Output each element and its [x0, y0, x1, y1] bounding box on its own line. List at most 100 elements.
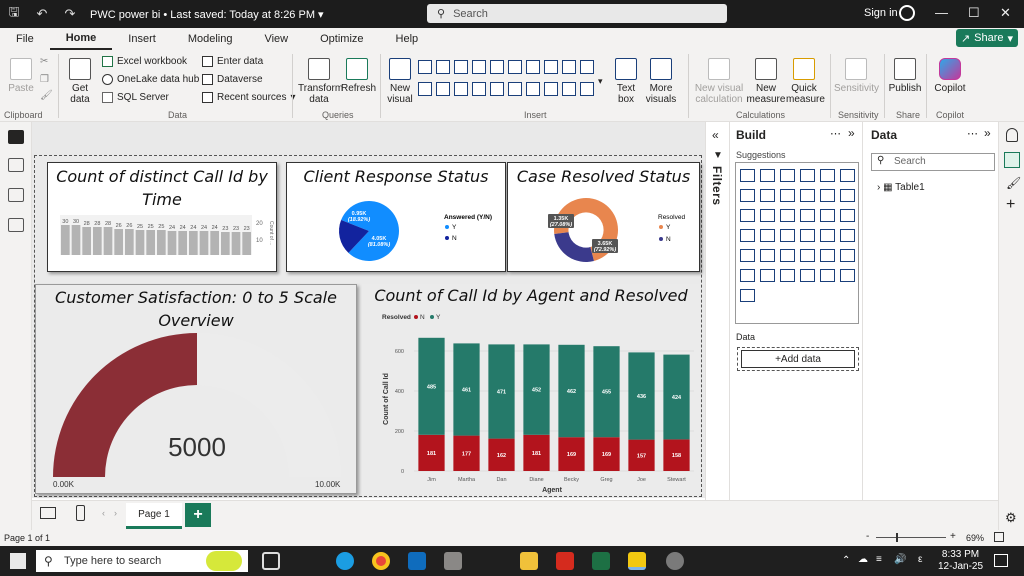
- visual-type-icon[interactable]: [418, 60, 432, 74]
- visual-type-icon[interactable]: [580, 82, 594, 96]
- new-visual-calculation-button[interactable]: New visual calculation: [692, 58, 746, 105]
- visual-type-icon[interactable]: [800, 189, 815, 202]
- visual-type-icon[interactable]: [760, 249, 775, 262]
- quick-measure-button[interactable]: Quick measure: [786, 58, 825, 105]
- model-view-icon[interactable]: [8, 188, 24, 202]
- taskbar-clock[interactable]: 8:33 PM 12-Jan-25: [938, 549, 983, 573]
- zoom-in-icon[interactable]: +: [950, 531, 956, 542]
- format-painter-icon[interactable]: 🖌: [1006, 176, 1021, 190]
- more-options-icon[interactable]: ⋯: [830, 127, 841, 140]
- recent-sources-button[interactable]: Recent sources ▾: [202, 92, 296, 103]
- tab-home[interactable]: Home: [49, 28, 113, 50]
- page-tab-page-1[interactable]: Page 1: [126, 503, 182, 529]
- network-icon[interactable]: ≡: [876, 554, 882, 565]
- visual-type-icon[interactable]: [800, 209, 815, 222]
- enter-data-button[interactable]: Enter data: [202, 56, 263, 67]
- fit-to-page-icon[interactable]: [994, 532, 1004, 542]
- new-measure-button[interactable]: New measure: [746, 58, 786, 105]
- visual-type-icon[interactable]: [472, 82, 486, 96]
- sensitivity-button[interactable]: Sensitivity: [834, 58, 879, 94]
- visual-type-icon[interactable]: [526, 60, 540, 74]
- tab-optimize[interactable]: Optimize: [304, 28, 379, 50]
- visual-type-icon[interactable]: [820, 209, 835, 222]
- outlook-icon[interactable]: [408, 552, 426, 570]
- excel-icon[interactable]: [592, 552, 610, 570]
- visual-type-icon[interactable]: [820, 169, 835, 182]
- copy-icon[interactable]: ❐: [40, 74, 49, 85]
- app-icon[interactable]: [666, 552, 684, 570]
- visual-type-icon[interactable]: [472, 60, 486, 74]
- zoom-slider-thumb[interactable]: [896, 533, 898, 542]
- cloud-icon[interactable]: ☁: [858, 554, 868, 565]
- visual-case-resolved[interactable]: Case Resolved Status Resolved Y N 3.65K(…: [507, 162, 700, 272]
- excel-workbook-button[interactable]: Excel workbook: [102, 56, 187, 67]
- visual-type-icon[interactable]: [740, 269, 755, 282]
- acrobat-icon[interactable]: [556, 552, 574, 570]
- cut-icon[interactable]: ✂: [40, 56, 48, 67]
- zoom-out-icon[interactable]: -: [866, 531, 869, 542]
- text-box-button[interactable]: Text box: [610, 58, 642, 105]
- visual-type-icon[interactable]: [562, 82, 576, 96]
- data-pane-icon[interactable]: [1006, 128, 1018, 142]
- visual-type-icon[interactable]: [780, 169, 795, 182]
- visual-type-icon[interactable]: [436, 60, 450, 74]
- table-view-icon[interactable]: [8, 158, 24, 172]
- tray-chevron-icon[interactable]: ⌃: [842, 555, 850, 566]
- get-data-button[interactable]: Get data: [64, 58, 96, 105]
- tab-help[interactable]: Help: [380, 28, 435, 50]
- mobile-layout-icon[interactable]: [76, 505, 85, 521]
- visual-type-icon[interactable]: [508, 82, 522, 96]
- visual-type-icon[interactable]: [454, 82, 468, 96]
- add-pane-icon[interactable]: +: [1006, 196, 1015, 214]
- chrome-icon[interactable]: [372, 552, 390, 570]
- minimize-icon[interactable]: —: [935, 5, 948, 20]
- visual-client-response[interactable]: Client Response Status Answered (Y/N) Y …: [286, 162, 506, 272]
- visual-type-icon[interactable]: [760, 209, 775, 222]
- transform-data-button[interactable]: Transform data: [298, 58, 343, 105]
- onelake-button[interactable]: OneLake data hub ▾: [102, 74, 208, 85]
- desktop-layout-icon[interactable]: [40, 507, 56, 519]
- format-painter-icon[interactable]: 🖌: [40, 90, 53, 101]
- more-options-icon[interactable]: ⋯: [967, 127, 978, 140]
- table-item-table1[interactable]: › ▦ Table1: [877, 182, 925, 193]
- edge-icon[interactable]: [336, 552, 354, 570]
- visual-type-icon[interactable]: [820, 249, 835, 262]
- visual-type-icon[interactable]: [544, 82, 558, 96]
- visual-type-icon[interactable]: [526, 82, 540, 96]
- visual-type-icon[interactable]: [780, 189, 795, 202]
- visual-type-icon[interactable]: [760, 269, 775, 282]
- visual-agent-chart[interactable]: Count of Call Id by Agent and Resolved R…: [362, 284, 700, 494]
- visual-type-icon[interactable]: [780, 269, 795, 282]
- visual-type-icon[interactable]: [740, 209, 755, 222]
- visual-type-icon[interactable]: [544, 60, 558, 74]
- visual-type-icon[interactable]: [800, 269, 815, 282]
- visual-type-icon[interactable]: [820, 269, 835, 282]
- dataverse-button[interactable]: Dataverse: [202, 74, 263, 85]
- tab-file[interactable]: File: [0, 28, 50, 50]
- expand-pane-icon[interactable]: »: [984, 126, 991, 140]
- visual-type-icon[interactable]: [840, 269, 855, 282]
- visual-type-icon[interactable]: [780, 229, 795, 242]
- visual-type-icon[interactable]: [840, 189, 855, 202]
- undo-icon[interactable]: ↶: [28, 0, 56, 28]
- report-view-icon[interactable]: [8, 130, 24, 144]
- copilot-button[interactable]: Copilot: [932, 58, 968, 94]
- visual-type-icon[interactable]: [740, 249, 755, 262]
- visual-type-icon[interactable]: [418, 82, 432, 96]
- collapse-panes-icon[interactable]: «: [712, 128, 719, 142]
- visual-type-icon[interactable]: [800, 229, 815, 242]
- visual-type-icon[interactable]: [840, 249, 855, 262]
- refresh-button[interactable]: Refresh: [341, 58, 376, 94]
- windows-start-icon[interactable]: [10, 553, 26, 569]
- save-icon[interactable]: 🖫: [0, 0, 28, 28]
- publish-button[interactable]: Publish: [888, 58, 922, 94]
- visual-type-icon[interactable]: [740, 189, 755, 202]
- avatar-icon[interactable]: [899, 5, 915, 21]
- tab-view[interactable]: View: [248, 28, 304, 50]
- visual-type-icon[interactable]: [820, 229, 835, 242]
- paste-button[interactable]: Paste: [8, 58, 34, 94]
- notifications-icon[interactable]: [994, 554, 1008, 567]
- gallery-expand-icon[interactable]: ▾: [598, 76, 603, 87]
- redo-icon[interactable]: ↷: [56, 0, 84, 28]
- close-icon[interactable]: ✕: [1000, 5, 1011, 21]
